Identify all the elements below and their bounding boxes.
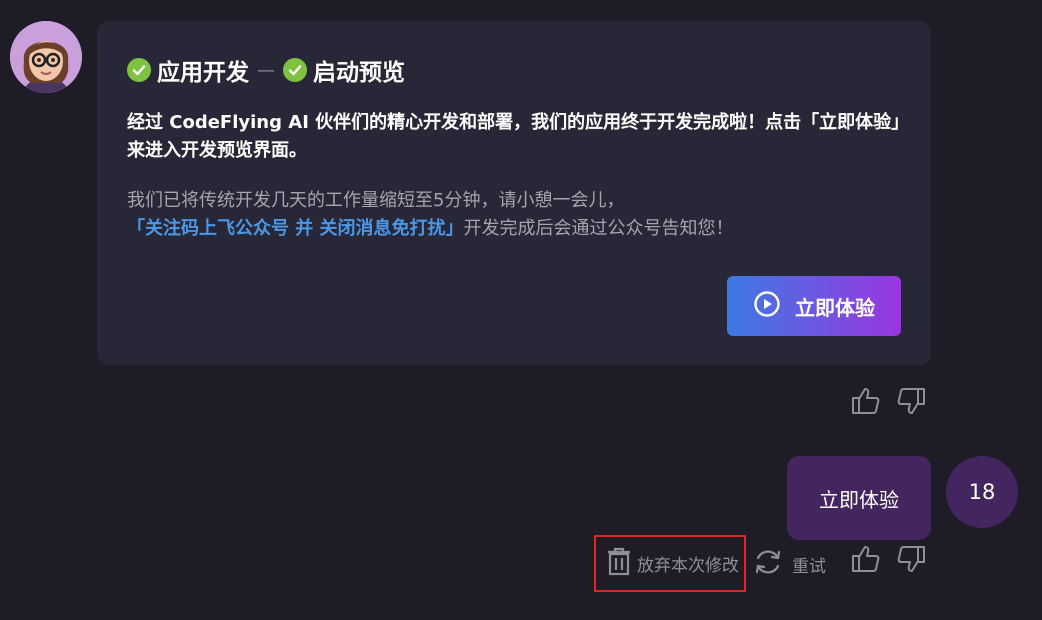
thumbs-up-icon[interactable]: [850, 543, 882, 579]
check-circle-icon: [127, 58, 151, 82]
refresh-icon: [752, 546, 784, 583]
try-now-button[interactable]: 立即体验: [727, 276, 901, 336]
play-circle-icon: [753, 290, 781, 323]
retry-label: 重试: [792, 557, 826, 577]
user-message-bubble: 立即体验: [787, 456, 931, 540]
assistant-message-card: 应用开发 — 启动预览 经过 CodeFlying AI 伙伴们的精心开发和部署…: [97, 21, 931, 365]
note-line-2: 「关注码上飞公众号 并 关闭消息免打扰」开发完成后会通过公众号告知您！: [127, 215, 907, 243]
note-line-1: 我们已将传统开发几天的工作量缩短至5分钟，请小憩一会儿，: [127, 190, 625, 211]
thumbs-down-icon[interactable]: [895, 385, 927, 421]
discard-changes-label: 放弃本次修改: [637, 556, 739, 576]
assistant-message-text: 经过 CodeFlying AI 伙伴们的精心开发和部署，我们的应用终于开发完成…: [127, 112, 901, 161]
progress-steps: 应用开发 — 启动预览: [127, 53, 405, 87]
step-label-preview: 启动预览: [313, 60, 405, 86]
retry-button[interactable]: 重试: [752, 546, 826, 583]
assistant-avatar: [10, 21, 82, 93]
user-avatar: 18: [946, 456, 1018, 528]
try-now-label: 立即体验: [795, 295, 875, 320]
thumbs-up-icon[interactable]: [850, 385, 882, 421]
thumbs-down-icon[interactable]: [895, 543, 927, 579]
trash-icon: [605, 546, 633, 581]
note-line-2-suffix: 开发完成后会通过公众号告知您！: [463, 218, 734, 239]
step-separator: —: [257, 59, 275, 81]
discard-changes-button[interactable]: 放弃本次修改: [594, 535, 746, 592]
assistant-note: 我们已将传统开发几天的工作量缩短至5分钟，请小憩一会儿， 「关注码上飞公众号 并…: [127, 187, 907, 243]
check-circle-icon: [283, 58, 307, 82]
follow-account-link[interactable]: 「关注码上飞公众号 并 关闭消息免打扰」: [127, 218, 464, 239]
step-label-develop: 应用开发: [157, 60, 249, 86]
